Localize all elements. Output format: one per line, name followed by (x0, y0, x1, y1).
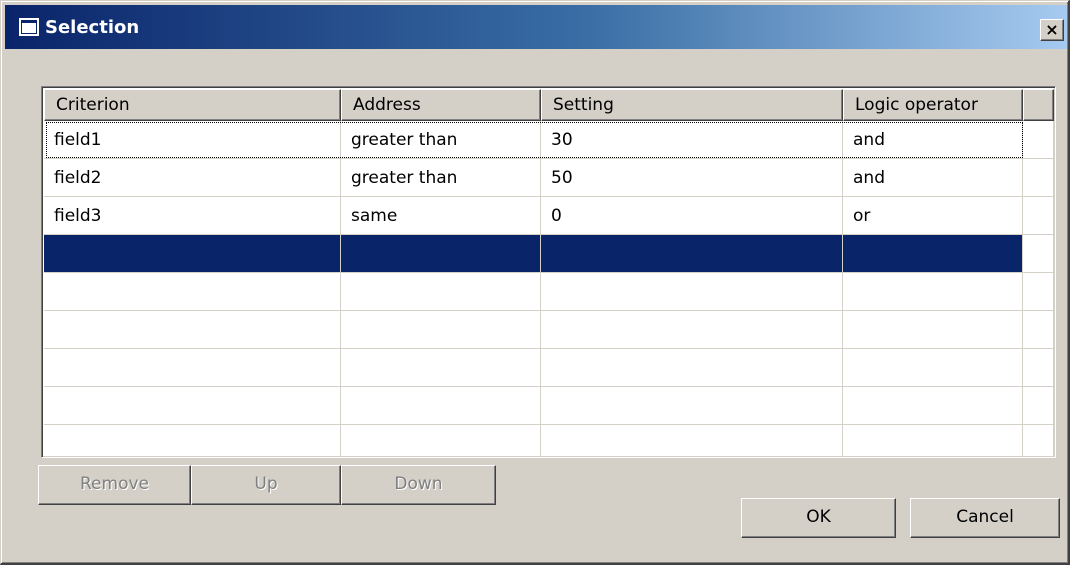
cell-blank (1023, 197, 1054, 235)
table-row[interactable] (44, 311, 1054, 349)
cell-criterion[interactable]: field3 (44, 197, 341, 235)
cell-blank (1023, 159, 1054, 197)
cell-address[interactable] (341, 425, 541, 457)
cancel-button[interactable]: Cancel (910, 498, 1060, 538)
close-button[interactable]: × (1040, 19, 1064, 41)
column-header-address[interactable]: Address (341, 89, 541, 121)
cell-logic-operator[interactable]: and (843, 121, 1023, 159)
cell-setting[interactable]: 50 (541, 159, 843, 197)
cell-address[interactable] (341, 273, 541, 311)
remove-button[interactable]: Remove (38, 465, 191, 505)
cell-setting[interactable] (541, 425, 843, 457)
cell-address[interactable]: same (341, 197, 541, 235)
table-row[interactable] (44, 349, 1054, 387)
table-row[interactable] (44, 425, 1054, 457)
column-header-criterion[interactable]: Criterion (44, 89, 341, 121)
title-bar[interactable]: Selection (5, 5, 1067, 49)
cell-criterion[interactable] (44, 387, 341, 425)
cell-address[interactable] (341, 387, 541, 425)
cell-setting[interactable] (541, 235, 843, 273)
table-row[interactable] (44, 273, 1054, 311)
close-icon: × (1045, 20, 1059, 39)
cell-address[interactable] (341, 349, 541, 387)
cell-setting[interactable]: 0 (541, 197, 843, 235)
ok-button[interactable]: OK (741, 498, 896, 538)
cell-setting[interactable] (541, 311, 843, 349)
cell-criterion[interactable] (44, 235, 341, 273)
cell-logic-operator[interactable] (843, 349, 1023, 387)
cell-blank (1023, 121, 1054, 159)
cell-address[interactable] (341, 235, 541, 273)
up-button[interactable]: Up (191, 465, 341, 505)
column-header-logic-operator[interactable]: Logic operator (843, 89, 1023, 121)
table-row[interactable] (44, 387, 1054, 425)
table-row[interactable]: field2 greater than 50 and (44, 159, 1054, 197)
criteria-grid[interactable]: Criterion Address Setting Logic operator… (41, 86, 1056, 458)
cell-blank (1023, 349, 1054, 387)
cell-logic-operator[interactable]: or (843, 197, 1023, 235)
cell-criterion[interactable]: field2 (44, 159, 341, 197)
cell-criterion[interactable] (44, 311, 341, 349)
cell-criterion[interactable]: field1 (44, 121, 341, 159)
cell-setting[interactable] (541, 387, 843, 425)
down-button[interactable]: Down (341, 465, 496, 505)
cell-blank (1023, 235, 1054, 273)
cell-blank (1023, 425, 1054, 457)
cell-criterion[interactable] (44, 349, 341, 387)
cell-logic-operator[interactable] (843, 235, 1023, 273)
cell-criterion[interactable] (44, 273, 341, 311)
cell-criterion[interactable] (44, 425, 341, 457)
column-header-setting[interactable]: Setting (541, 89, 843, 121)
cell-logic-operator[interactable] (843, 273, 1023, 311)
window-title: Selection (45, 17, 140, 38)
cell-logic-operator[interactable] (843, 425, 1023, 457)
cell-address[interactable]: greater than (341, 159, 541, 197)
cell-address[interactable]: greater than (341, 121, 541, 159)
table-row-selected[interactable] (44, 235, 1054, 273)
selection-dialog: Selection × Criterion Address Setting Lo… (0, 0, 1070, 565)
cell-blank (1023, 387, 1054, 425)
cell-logic-operator[interactable] (843, 387, 1023, 425)
column-header-blank (1023, 89, 1054, 121)
cell-setting[interactable]: 30 (541, 121, 843, 159)
window-icon (19, 18, 39, 36)
cell-setting[interactable] (541, 273, 843, 311)
cell-setting[interactable] (541, 349, 843, 387)
cell-address[interactable] (341, 311, 541, 349)
cell-blank (1023, 311, 1054, 349)
cell-blank (1023, 273, 1054, 311)
cell-logic-operator[interactable] (843, 311, 1023, 349)
table-row[interactable]: field3 same 0 or (44, 197, 1054, 235)
cell-logic-operator[interactable]: and (843, 159, 1023, 197)
table-row[interactable]: field1 greater than 30 and (44, 121, 1054, 159)
